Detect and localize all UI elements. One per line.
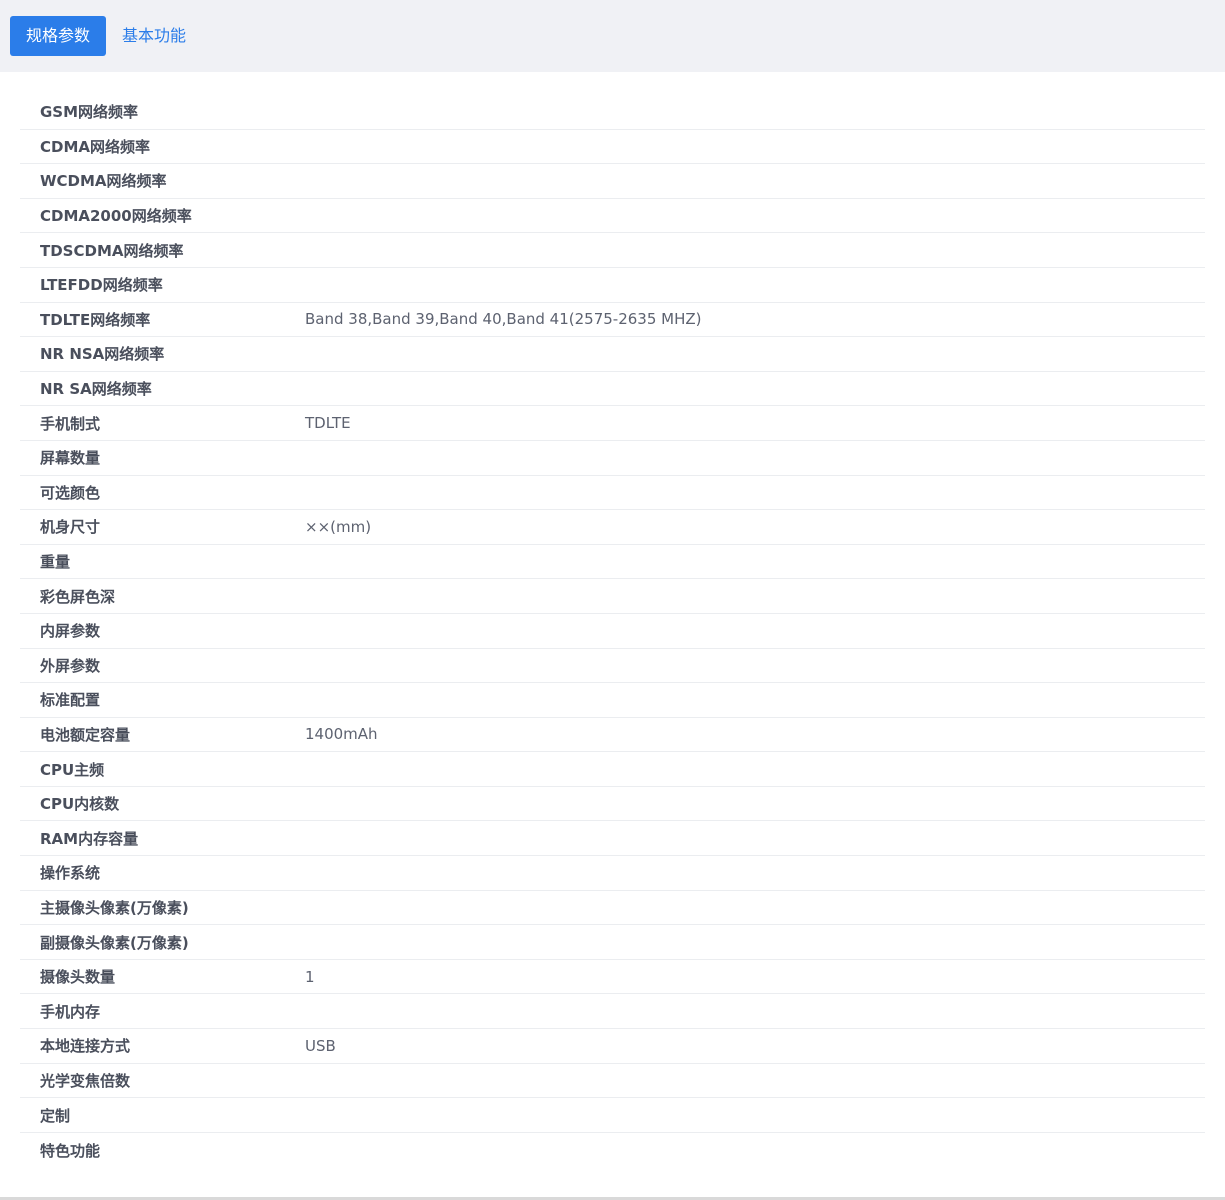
spec-label: 定制 (40, 1106, 71, 1125)
spec-label: WCDMA网络频率 (40, 172, 167, 191)
spec-label: 电池额定容量 (40, 725, 131, 744)
spec-row: 屏幕数量 (20, 441, 1205, 476)
spec-row: GSM网络频率 (20, 95, 1205, 130)
spec-row: WCDMA网络频率 (20, 164, 1205, 199)
spec-label: CPU主频 (40, 760, 105, 779)
spec-row: 光学变焦倍数 (20, 1064, 1205, 1099)
spec-label: RAM内存容量 (40, 829, 139, 848)
spec-row: 主摄像头像素(万像素) (20, 891, 1205, 926)
spec-row: NR NSA网络频率 (20, 337, 1205, 372)
spec-label: 标准配置 (40, 691, 101, 710)
spec-label: LTEFDD网络频率 (40, 276, 163, 295)
spec-value: ××(mm) (305, 517, 372, 536)
spec-label: CDMA网络频率 (40, 137, 150, 156)
tab-bar: 规格参数 基本功能 (0, 0, 1225, 72)
spec-label: CPU内核数 (40, 795, 120, 814)
spec-label: 摄像头数量 (40, 968, 116, 987)
spec-value: 1400mAh (305, 725, 378, 744)
spec-row: 特色功能 (20, 1133, 1205, 1168)
spec-row: 重量 (20, 545, 1205, 580)
spec-row: 机身尺寸 ××(mm) (20, 510, 1205, 545)
spec-row: 操作系统 (20, 856, 1205, 891)
spec-table: GSM网络频率 CDMA网络频率 WCDMA网络频率 CDMA2000网络频率 … (20, 95, 1205, 1167)
spec-label: 手机内存 (40, 1002, 101, 1021)
spec-label: 内屏参数 (40, 622, 101, 641)
spec-label: 光学变焦倍数 (40, 1071, 131, 1090)
spec-label: 机身尺寸 (40, 518, 101, 537)
spec-row: 副摄像头像素(万像素) (20, 925, 1205, 960)
tab-basic-features[interactable]: 基本功能 (106, 16, 202, 56)
spec-label: NR NSA网络频率 (40, 345, 165, 364)
spec-label: 手机制式 (40, 414, 101, 433)
spec-row: NR SA网络频率 (20, 372, 1205, 407)
spec-value: Band 38,Band 39,Band 40,Band 41(2575-263… (305, 310, 702, 329)
spec-row: 本地连接方式 USB (20, 1029, 1205, 1064)
spec-value: TDLTE (305, 414, 351, 433)
spec-label: TDLTE网络频率 (40, 310, 151, 329)
spec-row: 外屏参数 (20, 649, 1205, 684)
spec-row: CPU主频 (20, 752, 1205, 787)
spec-label: 外屏参数 (40, 656, 101, 675)
spec-label: NR SA网络频率 (40, 380, 152, 399)
spec-label: 彩色屏色深 (40, 587, 116, 606)
spec-label: 主摄像头像素(万像素) (40, 898, 189, 917)
spec-row: RAM内存容量 (20, 821, 1205, 857)
spec-row: 标准配置 (20, 683, 1205, 718)
spec-label: TDSCDMA网络频率 (40, 241, 184, 260)
spec-row: CDMA网络频率 (20, 130, 1205, 165)
spec-value: 1 (305, 967, 315, 986)
tab-specs[interactable]: 规格参数 (10, 16, 107, 56)
spec-label: 副摄像头像素(万像素) (40, 933, 189, 952)
spec-label: 可选颜色 (40, 483, 101, 502)
spec-value: USB (305, 1036, 336, 1055)
spec-row: LTEFDD网络频率 (20, 268, 1205, 303)
spec-row: 内屏参数 (20, 614, 1205, 649)
spec-row: 手机制式 TDLTE (20, 406, 1205, 441)
spec-label: 特色功能 (40, 1141, 101, 1160)
spec-row: 可选颜色 (20, 476, 1205, 511)
spec-row: 彩色屏色深 (20, 579, 1205, 614)
spec-row: CPU内核数 (20, 787, 1205, 822)
spec-row: 定制 (20, 1098, 1205, 1133)
spec-label: GSM网络频率 (40, 103, 139, 122)
spec-label: 屏幕数量 (40, 449, 101, 468)
spec-row: 电池额定容量 1400mAh (20, 718, 1205, 753)
spec-row: TDLTE网络频率 Band 38,Band 39,Band 40,Band 41… (20, 303, 1205, 338)
spec-row: CDMA2000网络频率 (20, 199, 1205, 234)
spec-label: 操作系统 (40, 864, 101, 883)
spec-row: 手机内存 (20, 994, 1205, 1030)
spec-row: 摄像头数量 1 (20, 960, 1205, 995)
spec-label: 本地连接方式 (40, 1037, 131, 1056)
spec-row: TDSCDMA网络频率 (20, 233, 1205, 268)
spec-label: CDMA2000网络频率 (40, 207, 192, 226)
spec-label: 重量 (40, 553, 71, 572)
